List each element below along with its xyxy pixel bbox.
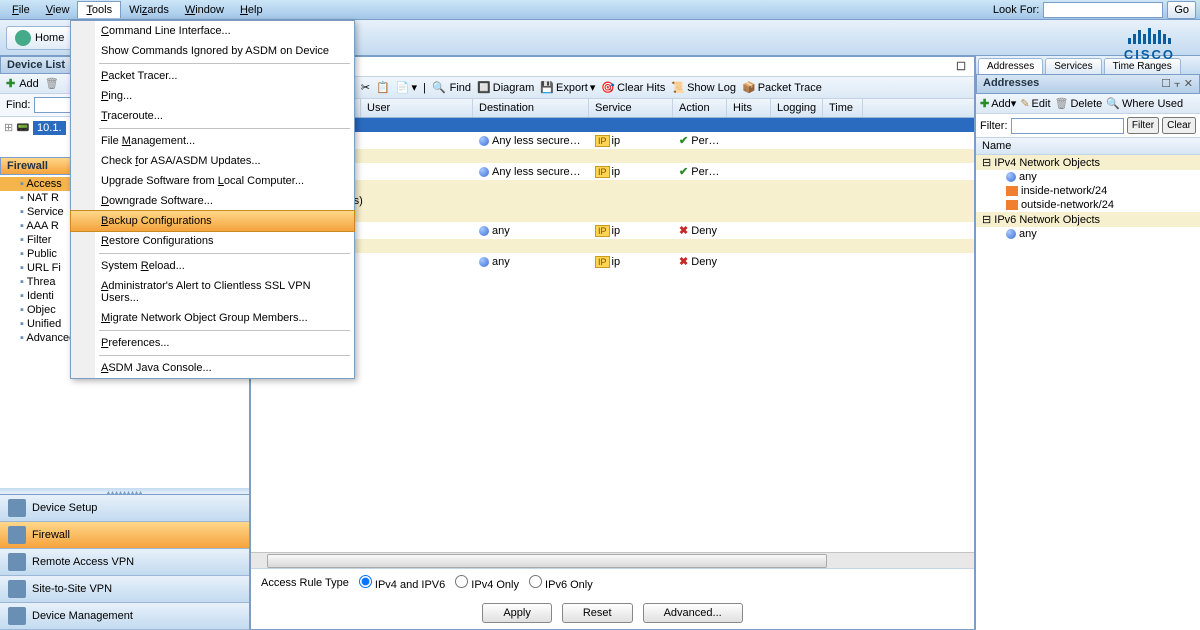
menu-item-packet-tracer[interactable]: Packet Tracer... [71, 66, 354, 86]
opt-ipv6[interactable]: IPv6 Only [529, 575, 593, 591]
menu-item-ping[interactable]: Ping... [71, 86, 354, 106]
go-button[interactable]: Go [1167, 1, 1196, 19]
addresses-tree[interactable]: Name ⊟ IPv4 Network Objectsanyinside-net… [976, 138, 1200, 630]
menu-item-restore-configurations[interactable]: Restore Configurations [71, 231, 354, 251]
col-action[interactable]: Action [673, 99, 727, 117]
obj-item[interactable]: any [976, 227, 1200, 241]
panel-close-icon[interactable]: ☐ [956, 60, 966, 73]
addr-add[interactable]: ✚Add▾ [980, 97, 1016, 110]
obj-group[interactable]: ⊟ IPv6 Network Objects [976, 212, 1200, 227]
obj-item[interactable]: outside-network/24 [976, 198, 1200, 212]
apply-button[interactable]: Apply [482, 603, 552, 623]
menu-item-migrate-network-object-group-members[interactable]: Migrate Network Object Group Members... [71, 308, 354, 328]
rule-group[interactable]: t incoming rules) [251, 180, 974, 194]
menu-item-preferences[interactable]: Preferences... [71, 333, 354, 353]
lookfor-label: Look For: [993, 4, 1039, 16]
center-pane: all > Access Rules ☐ 🗑Delete | ↟ ↡ | ✂ 📋… [250, 56, 975, 630]
devlist-add[interactable]: ✚Add [6, 77, 39, 90]
filter-label: Filter: [980, 120, 1008, 132]
rules-copy[interactable]: 📋 [376, 81, 390, 94]
obj-group[interactable]: ⊟ IPv4 Network Objects [976, 155, 1200, 170]
cisco-logo: CISCO [1124, 28, 1175, 62]
opt-ipv4[interactable]: IPv4 Only [455, 575, 519, 591]
addr-whereused[interactable]: 🔍Where Used [1106, 97, 1183, 110]
rules-paste[interactable]: 📄▾ [396, 81, 417, 94]
addr-delete[interactable]: 🗑Delete [1055, 97, 1103, 110]
rule-row[interactable]: anyAny less secure ne...IPipPermit [251, 163, 974, 180]
name-column-header: Name [976, 138, 1200, 155]
col-service[interactable]: Service [589, 99, 673, 117]
rules-diagram[interactable]: 🔲Diagram [477, 81, 534, 94]
rule-group[interactable]: incoming rule) [251, 118, 974, 132]
home-button[interactable]: Home [6, 26, 73, 50]
menu-item-backup-configurations[interactable]: Backup Configurations [70, 210, 355, 232]
rules-showlog[interactable]: 📜Show Log [671, 81, 736, 94]
tools-menu-dropdown: Command Line Interface...Show Commands I… [70, 20, 355, 379]
col-logging[interactable]: Logging [771, 99, 823, 117]
access-rule-type: Access Rule Type IPv4 and IPV6 IPv4 Only… [251, 568, 974, 597]
col-hits[interactable]: Hits [727, 99, 771, 117]
rule-row[interactable]: anyanyIPipDeny [251, 222, 974, 239]
col-user[interactable]: User [361, 99, 473, 117]
nav-remote-access-vpn[interactable]: Remote Access VPN [0, 549, 249, 576]
menu-item-administrator-s-alert-to-clientless-ssl-vpn-users[interactable]: Administrator's Alert to Clientless SSL … [71, 276, 354, 308]
addresses-header: Addresses ☐ ⫟ ✕ [976, 74, 1200, 94]
rule-row[interactable]: anyAny less secure ne...IPipPermit [251, 132, 974, 149]
addr-edit[interactable]: ✎Edit [1020, 97, 1050, 110]
menu-item-system-reload[interactable]: System Reload... [71, 256, 354, 276]
rules-find[interactable]: 🔍Find [432, 81, 471, 94]
rule-group[interactable]: nplicit incoming rules) [251, 194, 974, 208]
nav-site-to-site-vpn[interactable]: Site-to-Site VPN [0, 576, 249, 603]
breadcrumb: all > Access Rules ☐ [251, 57, 974, 77]
nav-device-setup[interactable]: Device Setup [0, 495, 249, 522]
opt-ipv4ipv6[interactable]: IPv4 and IPV6 [359, 575, 445, 591]
menu-item-check-for-asa-asdm-updates[interactable]: Check for ASA/ASDM Updates... [71, 151, 354, 171]
rules-export[interactable]: 💾Export▾ [540, 81, 595, 94]
menu-item-command-line-interface[interactable]: Command Line Interface... [71, 21, 354, 41]
menu-view[interactable]: View [38, 2, 78, 18]
menu-item-upgrade-software-from-local-computer[interactable]: Upgrade Software from Local Computer... [71, 171, 354, 191]
obj-item[interactable]: inside-network/24 [976, 184, 1200, 198]
rule-group[interactable]: plicit rule) [251, 239, 974, 253]
obj-item[interactable]: any [976, 170, 1200, 184]
menu-item-traceroute[interactable]: Traceroute... [71, 106, 354, 126]
menu-tools[interactable]: Tools [77, 1, 121, 18]
tab-addresses[interactable]: Addresses [978, 58, 1043, 74]
menu-item-asdm-java-console[interactable]: ASDM Java Console... [71, 358, 354, 378]
col-time[interactable]: Time [823, 99, 863, 117]
filter-button[interactable]: Filter [1127, 117, 1159, 134]
rule-row[interactable]: anyanyIPipDeny [251, 253, 974, 270]
devlist-delete[interactable]: 🗑 [45, 77, 61, 90]
rule-group[interactable]: plicit incoming rule) [251, 149, 974, 163]
reset-button[interactable]: Reset [562, 603, 633, 623]
col-destination[interactable]: Destination [473, 99, 589, 117]
menu-help[interactable]: Help [232, 2, 271, 18]
find-label: Find: [6, 99, 30, 111]
nav-firewall[interactable]: Firewall [0, 522, 249, 549]
nav-device-management[interactable]: Device Management [0, 603, 249, 630]
menu-item-file-management[interactable]: File Management... [71, 131, 354, 151]
rule-group[interactable]: rule) [251, 208, 974, 222]
right-column: AddressesServicesTime Ranges Addresses ☐… [975, 56, 1200, 630]
rules-toolbar: 🗑Delete | ↟ ↡ | ✂ 📋 📄▾ | 🔍Find 🔲Diagram … [251, 77, 974, 99]
menu-window[interactable]: Window [177, 2, 232, 18]
menu-item-show-commands-ignored-by-asdm-on-device[interactable]: Show Commands Ignored by ASDM on Device [71, 41, 354, 61]
horizontal-scrollbar[interactable] [251, 552, 974, 568]
menu-wizards[interactable]: Wizards [121, 2, 177, 18]
rules-cut[interactable]: ✂ [361, 81, 370, 94]
filter-input[interactable] [1011, 118, 1124, 134]
rules-grid: SourceUserDestinationServiceActionHitsLo… [251, 99, 974, 552]
menu-item-downgrade-software[interactable]: Downgrade Software... [71, 191, 354, 211]
advanced-button[interactable]: Advanced... [643, 603, 743, 623]
tab-services[interactable]: Services [1045, 58, 1101, 74]
clear-button[interactable]: Clear [1162, 117, 1196, 134]
menu-file[interactable]: File [4, 2, 38, 18]
lookfor-input[interactable] [1043, 2, 1163, 18]
rules-clearhits[interactable]: 🎯Clear Hits [601, 81, 665, 94]
menubar: File View Tools Wizards Window Help Look… [0, 0, 1200, 20]
rules-packettrace[interactable]: 📦Packet Trace [742, 81, 822, 94]
